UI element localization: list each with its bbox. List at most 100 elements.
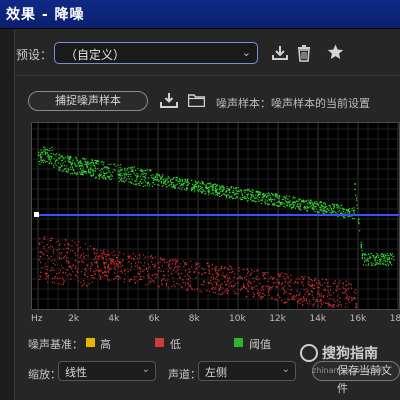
threshold-point: [253, 200, 255, 202]
low-noise-point: [241, 287, 243, 289]
low-noise-point: [99, 276, 101, 278]
threshold-point: [386, 257, 388, 259]
low-noise-point: [107, 250, 109, 252]
threshold-point: [332, 205, 335, 207]
low-noise-point: [342, 286, 344, 288]
threshold-point: [340, 212, 342, 214]
low-noise-point: [328, 302, 330, 304]
threshold-point: [187, 183, 189, 185]
low-noise-point: [290, 274, 292, 276]
threshold-point: [169, 184, 171, 186]
threshold-point: [368, 253, 370, 255]
threshold-point: [333, 210, 335, 212]
threshold-point: [144, 185, 146, 187]
threshold-point: [270, 201, 272, 203]
threshold-point: [141, 168, 143, 170]
low-noise-point: [243, 283, 245, 285]
threshold-point: [386, 253, 388, 255]
low-noise-point: [65, 255, 67, 257]
low-noise-point: [222, 272, 224, 274]
threshold-point: [42, 150, 44, 152]
threshold-point: [74, 172, 76, 174]
threshold-point: [282, 196, 284, 198]
low-noise-point: [234, 284, 236, 287]
low-noise-point: [123, 281, 125, 283]
threshold-point: [195, 181, 197, 184]
threshold-point: [264, 201, 266, 203]
scale-dropdown[interactable]: 线性 ⌄: [58, 361, 156, 381]
threshold-point: [135, 181, 137, 183]
threshold-point: [299, 203, 301, 205]
low-noise-point: [317, 290, 320, 293]
low-noise-point: [189, 271, 191, 273]
folder-icon[interactable]: [188, 94, 205, 107]
capture-noise-sample-button[interactable]: 捕捉噪声样本: [28, 91, 148, 111]
low-noise-point: [258, 278, 260, 280]
threshold-point: [128, 167, 130, 169]
low-noise-point: [253, 293, 255, 295]
freq-tick-label: 16k: [349, 314, 367, 324]
low-noise-point: [139, 257, 141, 259]
import-icon[interactable]: [160, 92, 178, 109]
low-noise-point: [58, 252, 60, 254]
threshold-point: [208, 188, 210, 190]
threshold-point: [103, 171, 105, 173]
threshold-point: [269, 199, 271, 201]
threshold-point: [252, 192, 254, 194]
threshold-point: [201, 183, 203, 185]
low-noise-point: [212, 286, 214, 288]
low-noise-point: [109, 279, 111, 281]
low-noise-point: [334, 300, 336, 303]
low-noise-point: [105, 262, 107, 264]
threshold-point: [185, 189, 187, 191]
low-noise-point: [181, 286, 183, 288]
threshold-point: [260, 191, 262, 193]
low-noise-point: [289, 285, 291, 287]
low-noise-point: [335, 290, 338, 292]
threshold-point: [348, 207, 350, 210]
low-noise-point: [252, 292, 255, 294]
low-noise-point: [48, 247, 50, 249]
low-noise-point: [44, 263, 47, 265]
low-noise-point: [312, 305, 314, 307]
low-noise-point: [188, 271, 190, 273]
threshold-point: [38, 161, 40, 163]
low-noise-point: [78, 261, 80, 263]
low-noise-point: [39, 256, 41, 258]
low-noise-point: [218, 270, 220, 272]
low-noise-point: [177, 265, 179, 267]
threshold-point: [345, 212, 347, 214]
threshold-point: [285, 204, 288, 206]
low-noise-point: [317, 300, 319, 303]
star-icon[interactable]: [327, 44, 344, 60]
download-icon[interactable]: [271, 45, 289, 61]
low-noise-point: [273, 277, 275, 279]
threshold-point: [62, 170, 65, 172]
threshold-point: [77, 163, 80, 165]
preset-dropdown[interactable]: （自定义） ⌄: [54, 42, 258, 64]
low-noise-point: [230, 266, 232, 268]
low-noise-point: [257, 290, 259, 292]
noise-profile-graph[interactable]: [31, 122, 400, 310]
low-noise-point: [290, 289, 292, 291]
low-noise-point: [102, 272, 104, 274]
low-noise-point: [290, 279, 292, 281]
low-noise-point: [249, 274, 251, 276]
threshold-point: [61, 159, 63, 161]
trash-icon[interactable]: [296, 45, 312, 62]
low-noise-point: [210, 276, 212, 278]
threshold-point: [202, 189, 204, 191]
low-noise-point: [43, 238, 45, 240]
low-noise-point: [231, 271, 233, 274]
threshold-point: [357, 220, 359, 222]
channel-dropdown[interactable]: 左侧 ⌄: [198, 361, 296, 381]
low-noise-point: [161, 284, 164, 286]
threshold-point: [131, 169, 133, 171]
low-noise-point: [147, 275, 149, 277]
low-noise-point: [218, 293, 220, 295]
low-noise-point: [279, 275, 281, 277]
low-noise-point: [77, 248, 79, 250]
low-noise-point: [212, 278, 214, 280]
threshold-point: [190, 187, 192, 189]
low-noise-point: [186, 273, 189, 276]
